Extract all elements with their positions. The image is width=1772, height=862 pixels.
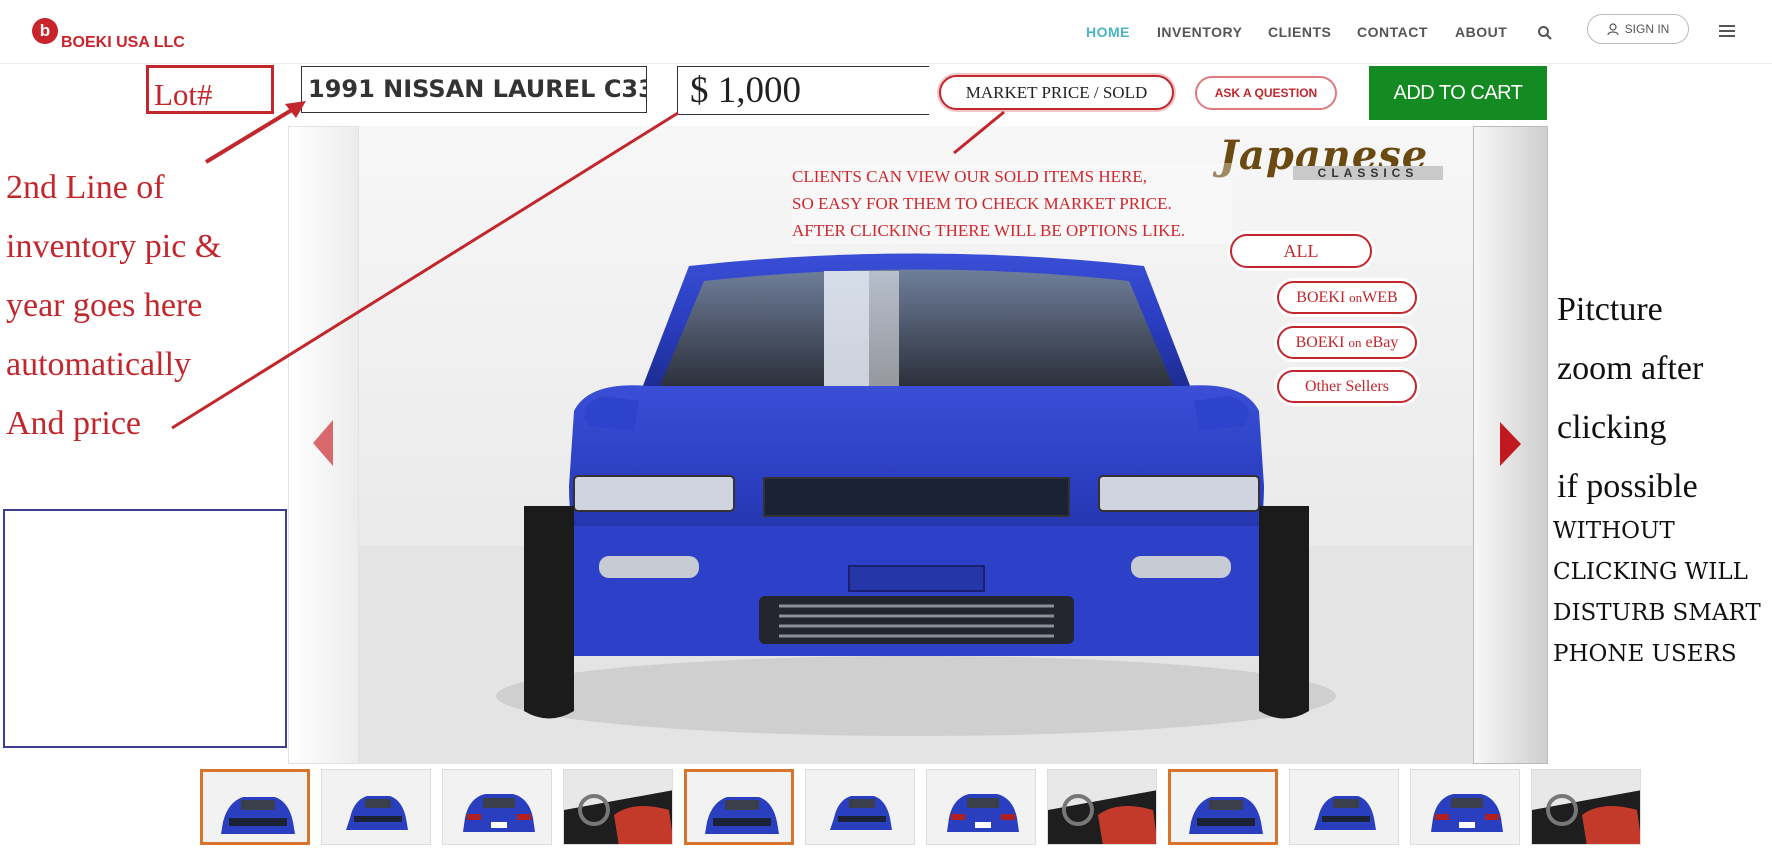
annotation-line: DISTURB SMART	[1553, 600, 1761, 626]
annotation-line: PHONE USERS	[1553, 641, 1737, 667]
thumbnail-7[interactable]	[926, 769, 1036, 845]
arrow-to-title	[204, 103, 302, 164]
thumbnail-image	[1290, 770, 1398, 844]
arrow-head	[285, 101, 306, 118]
thumbnail-image	[927, 770, 1035, 844]
thumbnail-4[interactable]	[563, 769, 673, 845]
annotation-line: if possible	[1557, 468, 1698, 505]
arrow-to-market-button	[953, 110, 1005, 155]
annotation-line: automatically	[6, 346, 192, 383]
thumbnail-2[interactable]	[321, 769, 431, 845]
annotation-line: WITHOUT	[1553, 518, 1675, 544]
annotation-line: year goes here	[6, 287, 203, 324]
annotation-line: zoom after	[1557, 350, 1704, 387]
thumbnail-image	[443, 770, 551, 844]
thumbnail-3[interactable]	[442, 769, 552, 845]
annotation-line: Pitcture	[1557, 291, 1663, 328]
thumbnail-image	[322, 770, 430, 844]
annotation-line: clicking	[1557, 409, 1667, 446]
thumbnail-9[interactable]	[1168, 769, 1278, 845]
right-annotation-small: WITHOUT CLICKING WILL DISTURB SMART PHON…	[1553, 511, 1761, 675]
thumbnail-image	[1411, 770, 1519, 844]
annotation-line: 2nd Line of	[6, 169, 165, 206]
thumbnail-8[interactable]	[1047, 769, 1157, 845]
thumbnail-image	[203, 772, 307, 842]
annotation-line: inventory pic &	[6, 228, 222, 265]
thumbnail-11[interactable]	[1410, 769, 1520, 845]
thumbnail-image	[1048, 770, 1156, 844]
blank-placeholder-box	[3, 509, 287, 748]
thumbnail-image	[687, 772, 791, 842]
thumbnail-10[interactable]	[1289, 769, 1399, 845]
annotation-line: And price	[6, 405, 142, 442]
thumbnail-12[interactable]	[1531, 769, 1641, 845]
annotation-line: CLICKING WILL	[1553, 559, 1748, 585]
thumbnail-6[interactable]	[805, 769, 915, 845]
left-annotation: 2nd Line of inventory pic & year goes he…	[6, 158, 286, 453]
thumbnail-1[interactable]	[200, 769, 310, 845]
thumbnail-image	[806, 770, 914, 844]
thumbnail-image	[1532, 770, 1640, 844]
thumbnail-image	[564, 770, 672, 844]
thumbnail-image	[1171, 772, 1275, 842]
thumbnail-strip	[200, 769, 1641, 845]
thumbnail-5[interactable]	[684, 769, 794, 845]
right-annotation-large: Pitcture zoom after clicking if possible	[1557, 280, 1703, 516]
